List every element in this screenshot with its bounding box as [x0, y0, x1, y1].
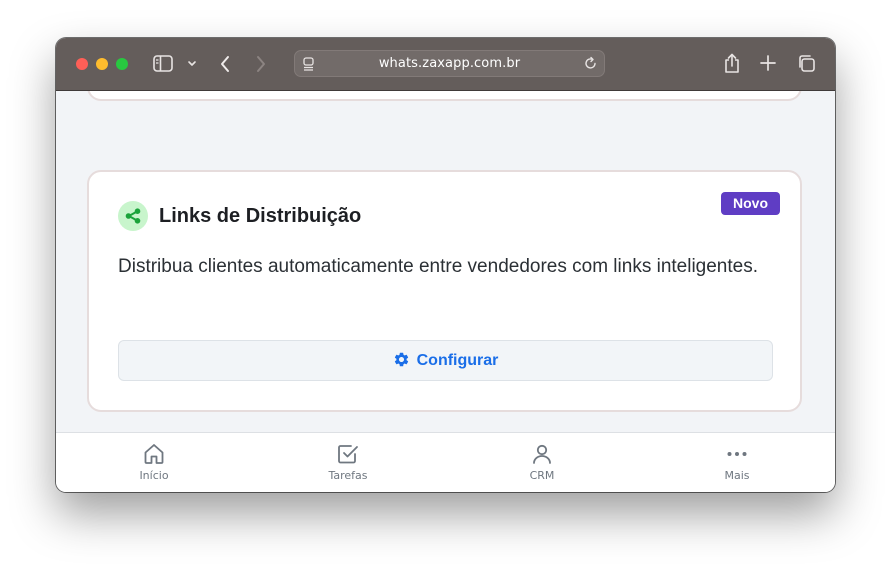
zoom-window-button[interactable]	[116, 58, 128, 70]
browser-window: whats.zaxapp.com.br Novo Links de Distri…	[56, 38, 835, 492]
plus-icon[interactable]	[760, 55, 776, 71]
nav-item-inicio[interactable]: Início	[94, 433, 214, 492]
nav-label-tarefas: Tarefas	[328, 469, 368, 482]
user-icon	[533, 444, 551, 464]
nav-item-mais[interactable]: Mais	[677, 433, 797, 492]
sidebar-icon[interactable]	[153, 55, 173, 72]
nav-label-crm: CRM	[529, 469, 555, 482]
card-description: Distribua clientes automaticamente entre…	[118, 256, 758, 277]
browser-toolbar: whats.zaxapp.com.br	[56, 38, 835, 91]
nav-label-mais: Mais	[724, 469, 750, 482]
address-bar[interactable]: whats.zaxapp.com.br	[294, 50, 605, 77]
card-title: Links de Distribuição	[159, 205, 362, 227]
chevron-down-icon[interactable]	[187, 60, 197, 67]
tabs-icon[interactable]	[797, 54, 816, 73]
minimize-window-button[interactable]	[96, 58, 108, 70]
configure-button-content: Configurar	[119, 351, 772, 370]
share-nodes-icon	[118, 201, 148, 231]
checkbox-icon	[338, 445, 358, 464]
new-badge: Novo	[721, 192, 780, 215]
url-text: whats.zaxapp.com.br	[378, 56, 521, 71]
configure-button[interactable]: Configurar	[118, 340, 773, 381]
nav-item-tarefas[interactable]: Tarefas	[288, 433, 408, 492]
page-content: Novo Links de Distribuição Distribua cli…	[56, 91, 835, 432]
reload-icon[interactable]	[583, 56, 598, 76]
previous-card	[87, 91, 802, 101]
nav-label-inicio: Início	[139, 469, 169, 482]
home-icon	[144, 444, 164, 464]
nav-item-crm[interactable]: CRM	[482, 433, 602, 492]
back-icon[interactable]	[219, 55, 231, 73]
more-icon	[727, 452, 747, 456]
gear-icon	[394, 352, 408, 367]
share-icon[interactable]	[723, 53, 741, 74]
close-window-button[interactable]	[76, 58, 88, 70]
distribution-links-card: Novo Links de Distribuição Distribua cli…	[87, 170, 802, 412]
configure-label: Configurar	[416, 352, 499, 369]
bottom-navigation: Início Tarefas CRM Mais	[56, 432, 835, 492]
forward-icon[interactable]	[255, 55, 267, 73]
